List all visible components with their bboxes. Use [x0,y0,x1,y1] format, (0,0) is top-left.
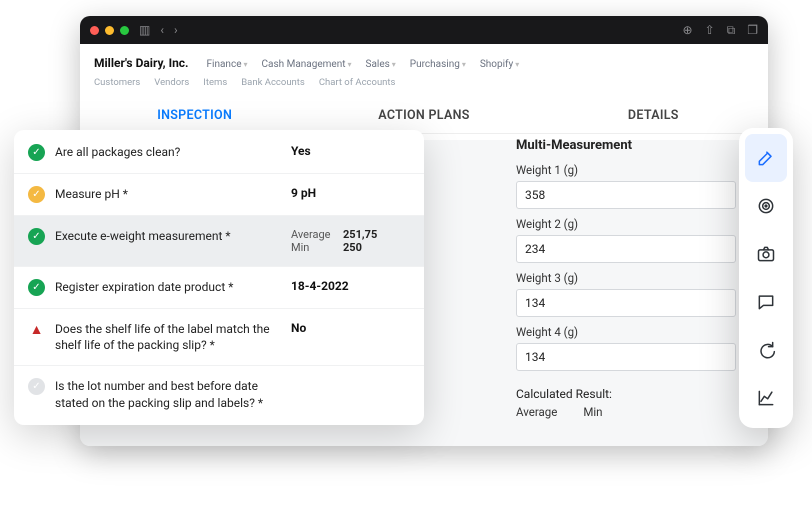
field-label: Weight 4 (g) [516,325,736,339]
company-name: Miller's Dairy, Inc. [94,56,189,70]
main-tabs: INSPECTION ACTION PLANS DETAILS [80,98,768,134]
sidebar-toggle-icon[interactable]: ▥ [139,23,150,37]
stat-avg-label: Average [291,228,343,241]
subnav-bank[interactable]: Bank Accounts [241,77,305,88]
field-label: Weight 3 (g) [516,271,736,285]
question-text: Register expiration date product * [55,279,281,295]
target-icon [756,196,776,216]
inspection-row[interactable]: ✓ Register expiration date product * 18-… [14,266,424,308]
edit-icon [756,148,776,168]
stat-min-value: 250 [343,241,362,254]
side-toolbar [739,128,793,428]
check-icon: ✓ [28,144,45,161]
camera-icon [756,244,776,264]
tool-edit[interactable] [745,134,787,182]
share-icon[interactable]: ⇧ [705,23,715,38]
subnav-coa[interactable]: Chart of Accounts [319,77,396,88]
stat-min-label: Min [291,241,343,254]
comment-icon [756,292,776,312]
question-text: Is the lot number and best before date s… [55,378,281,410]
window-zoom-icon[interactable] [120,26,129,35]
weight-input-4[interactable]: 134 [516,343,736,371]
inspection-row[interactable]: ▲ Does the shelf life of the label match… [14,308,424,365]
answer-text: 9 pH [291,186,316,200]
subnav-vendors[interactable]: Vendors [154,77,189,88]
nav-back-icon[interactable]: ‹ [160,23,164,37]
primary-nav: Finance Cash Management Sales Purchasing… [207,59,520,70]
inspection-row[interactable]: ✓ Is the lot number and best before date… [14,365,424,422]
stat-block: Average251,75 Min250 [291,228,377,254]
tool-camera[interactable] [745,230,787,278]
check-icon: ✓ [28,279,45,296]
tool-comment[interactable] [745,278,787,326]
answer-text: Yes [291,144,311,158]
question-text: Execute e-weight measurement * [55,228,281,244]
tab-action-plans[interactable]: ACTION PLANS [309,98,538,133]
check-icon: ✓ [28,186,45,203]
tabs-icon[interactable]: ❐ [747,23,758,38]
nav-finance[interactable]: Finance [207,59,248,70]
calc-col-avg: Average [516,405,557,419]
inspection-row[interactable]: ✓ Execute e-weight measurement * Average… [14,215,424,266]
details-panel: Multi-Measurement Weight 1 (g) 358 Weigh… [516,138,736,419]
tool-chart[interactable] [745,374,787,422]
header: Miller's Dairy, Inc. Finance Cash Manage… [80,44,768,73]
nav-fwd-icon[interactable]: › [174,23,178,37]
window-close-icon[interactable] [90,26,99,35]
tab-details[interactable]: DETAILS [539,98,768,133]
answer-text: 18-4-2022 [291,279,349,293]
nav-purchase[interactable]: Purchasing [410,59,466,70]
redo-icon [756,340,776,360]
subnav-items[interactable]: Items [203,77,227,88]
answer-text: No [291,321,306,335]
nav-sales[interactable]: Sales [366,59,396,70]
field-label: Weight 1 (g) [516,163,736,177]
window-minimize-icon[interactable] [105,26,114,35]
tool-target[interactable] [745,182,787,230]
stat-avg-value: 251,75 [343,228,377,241]
subnav-customers[interactable]: Customers [94,77,140,88]
weight-input-3[interactable]: 134 [516,289,736,317]
secondary-nav: Customers Vendors Items Bank Accounts Ch… [80,73,768,98]
add-icon[interactable]: ⊕ [683,23,693,38]
chart-icon [756,388,776,408]
tab-inspection[interactable]: INSPECTION [80,98,309,133]
weight-input-2[interactable]: 234 [516,235,736,263]
warning-icon: ▲ [28,321,45,338]
weight-input-1[interactable]: 358 [516,181,736,209]
nav-cash[interactable]: Cash Management [262,59,352,70]
tool-redo[interactable] [745,326,787,374]
titlebar: ▥ ‹ › ⊕ ⇧ ⧉ ❐ [80,16,768,44]
details-title: Multi-Measurement [516,138,736,153]
pending-icon: ✓ [28,378,45,395]
inspection-card: ✓ Are all packages clean? Yes ✓ Measure … [14,130,424,425]
calculated-result: Calculated Result: Average Min [516,387,736,419]
inspection-row[interactable]: ✓ Are all packages clean? Yes [14,132,424,173]
question-text: Measure pH * [55,186,281,202]
nav-shopify[interactable]: Shopify [480,59,519,70]
question-text: Does the shelf life of the label match t… [55,321,281,353]
check-icon: ✓ [28,228,45,245]
calc-title: Calculated Result: [516,387,736,401]
inspection-row[interactable]: ✓ Measure pH * 9 pH [14,173,424,215]
calc-col-min: Min [583,405,602,419]
field-label: Weight 2 (g) [516,217,736,231]
question-text: Are all packages clean? [55,144,281,160]
new-tab-icon[interactable]: ⧉ [727,23,736,38]
